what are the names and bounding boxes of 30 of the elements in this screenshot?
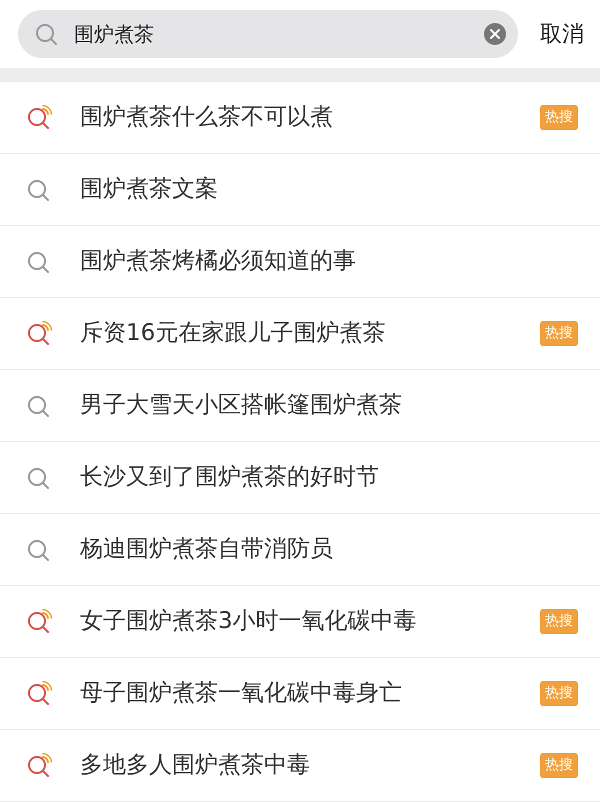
suggestion-text: 围炉煮茶文案: [80, 175, 219, 204]
suggestion-item[interactable]: 长沙又到了围炉煮茶的好时节: [0, 442, 600, 514]
suggestion-text: 母子围炉煮茶一氧化碳中毒身亡: [80, 679, 403, 708]
suggestion-text: 杨迪围炉煮茶自带消防员: [80, 535, 334, 564]
suggestion-item[interactable]: 围炉煮茶文案: [0, 154, 600, 226]
suggestion-item[interactable]: 男子大雪天小区搭帐篷围炉煮茶: [0, 370, 600, 442]
suggestion-item[interactable]: 围炉煮茶烤橘必须知道的事: [0, 226, 600, 298]
search-icon: [34, 21, 60, 47]
suggestion-text: 多地多人围炉煮茶中毒: [80, 751, 311, 780]
suggestion-item[interactable]: 斥资16元在家跟儿子围炉煮茶 热搜: [0, 298, 600, 370]
hot-badge: 热搜: [540, 105, 578, 130]
hot-badge: 热搜: [540, 681, 578, 706]
suggestion-text: 围炉煮茶烤橘必须知道的事: [80, 247, 357, 276]
suggestion-text: 长沙又到了围炉煮茶的好时节: [80, 463, 380, 492]
search-input[interactable]: 围炉煮茶: [74, 19, 470, 49]
hot-badge: 热搜: [540, 321, 578, 346]
suggestion-text: 斥资16元在家跟儿子围炉煮茶: [80, 319, 386, 348]
clear-icon[interactable]: [484, 23, 506, 45]
suggestion-item[interactable]: 女子围炉煮茶3小时一氧化碳中毒 热搜: [0, 586, 600, 658]
suggestion-item[interactable]: 多地多人围炉煮茶中毒 热搜: [0, 730, 600, 802]
suggestion-text: 男子大雪天小区搭帐篷围炉煮茶: [80, 391, 403, 420]
suggestion-text: 女子围炉煮茶3小时一氧化碳中毒: [80, 607, 418, 636]
hot-badge: 热搜: [540, 753, 578, 778]
suggestion-text: 围炉煮茶什么茶不可以煮: [80, 103, 334, 132]
suggestion-item[interactable]: 杨迪围炉煮茶自带消防员: [0, 514, 600, 586]
cancel-button[interactable]: 取消: [540, 18, 584, 50]
hot-badge: 热搜: [540, 609, 578, 634]
suggestion-item[interactable]: 围炉煮茶什么茶不可以煮 热搜: [0, 82, 600, 154]
search-field[interactable]: 围炉煮茶: [18, 10, 518, 58]
suggestion-item[interactable]: 母子围炉煮茶一氧化碳中毒身亡 热搜: [0, 658, 600, 730]
